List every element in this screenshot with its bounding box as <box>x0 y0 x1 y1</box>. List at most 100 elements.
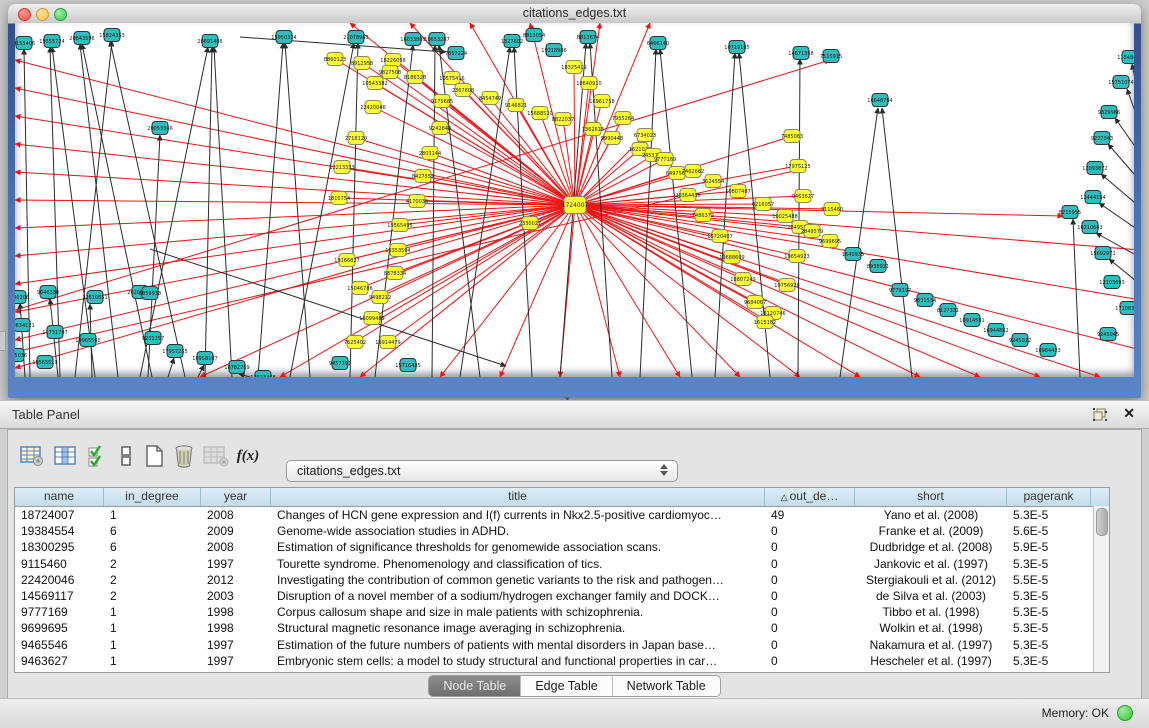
table-row[interactable]: 1456911722003Disruption of a novel membe… <box>15 588 1109 604</box>
graph-node[interactable]: 12213333 <box>329 161 354 174</box>
graph-node[interactable]: 10958107 <box>192 352 217 365</box>
cell-out_degree[interactable]: 0 <box>765 523 855 539</box>
graph-node[interactable]: 7485063 <box>781 130 803 143</box>
graph-node[interactable]: 8454749 <box>479 92 501 105</box>
cell-pagerank[interactable]: 5.3E-5 <box>1007 653 1091 669</box>
graph-node[interactable]: 15751074 <box>1108 76 1133 89</box>
graph-node[interactable]: 8825036 <box>15 349 27 362</box>
graph-node[interactable]: 7955264 <box>612 112 634 125</box>
cell-out_degree[interactable]: 0 <box>765 588 855 604</box>
graph-node[interactable]: 10634121 <box>15 319 35 332</box>
cell-name[interactable]: 9115460 <box>15 556 104 572</box>
row-height-icon[interactable] <box>112 442 140 470</box>
cell-out_degree[interactable]: 0 <box>765 653 855 669</box>
table-row[interactable]: 977716911998Corpus callosum shape and si… <box>15 604 1109 620</box>
table-row[interactable]: 946554611997Estimation of the future num… <box>15 637 1109 653</box>
graph-node[interactable]: 8813054 <box>523 29 545 42</box>
graph-node[interactable]: 15688520 <box>527 107 552 120</box>
cell-title[interactable]: Genome-wide association studies in ADHD. <box>271 523 765 539</box>
show-columns-icon[interactable] <box>52 442 80 470</box>
cell-short[interactable]: Yano et al. (2008) <box>855 507 1007 523</box>
cell-out_degree[interactable]: 49 <box>765 507 855 523</box>
graph-node[interactable]: 8186328 <box>404 71 426 84</box>
graph-node[interactable]: 2330027 <box>519 217 541 230</box>
cell-in_degree[interactable]: 2 <box>104 556 201 572</box>
table-row[interactable]: 911546021997Tourette syndrome. Phenomeno… <box>15 556 1109 572</box>
graph-node[interactable]: 9684067 <box>744 296 766 309</box>
graph-node[interactable]: 15950324 <box>271 31 296 44</box>
cell-pagerank[interactable]: 5.5E-5 <box>1007 572 1091 588</box>
graph-node[interactable]: 1362615 <box>582 123 604 136</box>
graph-node[interactable]: 20053346 <box>147 122 172 135</box>
graph-node[interactable]: 11731797 <box>42 326 67 339</box>
graph-node[interactable]: 17108383 <box>1115 302 1134 315</box>
cell-short[interactable]: Wolkin et al. (1998) <box>855 620 1007 636</box>
column-header-name[interactable]: name <box>15 488 104 506</box>
table-row[interactable]: 2242004622012Investigating the contribut… <box>15 572 1109 588</box>
cell-title[interactable]: Corpus callosum shape and size in male p… <box>271 604 765 620</box>
graph-node[interactable]: 12093872 <box>1082 162 1107 175</box>
cell-title[interactable]: Changes of HCN gene expression and I(f) … <box>271 507 765 523</box>
tab-edge-table[interactable]: Edge Table <box>521 676 612 696</box>
graph-node[interactable]: 10984423 <box>1035 344 1060 357</box>
graph-node[interactable]: 9231257 <box>142 332 164 345</box>
graph-node[interactable]: 3624554 <box>702 175 724 188</box>
graph-node[interactable]: 8938921 <box>867 260 889 273</box>
cell-year[interactable]: 1997 <box>201 653 271 669</box>
graph-node[interactable]: 19166827 <box>334 254 359 267</box>
graph-hub-node[interactable]: 1724007 <box>562 197 589 214</box>
network-canvas[interactable]: 9155406193557242064359615824353206914061… <box>15 23 1134 377</box>
graph-node[interactable]: 10565510 <box>32 356 57 369</box>
column-header-year[interactable]: year <box>201 488 271 506</box>
cell-pagerank[interactable]: 5.3E-5 <box>1007 620 1091 636</box>
cell-in_degree[interactable]: 2 <box>104 588 201 604</box>
graph-node[interactable]: 8860123 <box>324 53 346 66</box>
graph-node[interactable]: 9777169 <box>654 153 676 166</box>
cell-short[interactable]: Dudbridge et al. (2008) <box>855 539 1007 555</box>
table-row[interactable]: 1830029562008Estimation of significance … <box>15 539 1109 555</box>
cell-out_degree[interactable]: 0 <box>765 637 855 653</box>
cell-title[interactable]: Estimation of significance thresholds fo… <box>271 539 765 555</box>
graph-node[interactable]: 9227343 <box>1091 132 1113 145</box>
table-selector-dropdown[interactable]: citations_edges.txt <box>286 460 678 482</box>
cell-year[interactable]: 2009 <box>201 523 271 539</box>
graph-node[interactable]: 9699695 <box>819 235 841 248</box>
cell-out_degree[interactable]: 0 <box>765 556 855 572</box>
cell-name[interactable]: 9465546 <box>15 637 104 653</box>
cell-in_degree[interactable]: 1 <box>104 653 201 669</box>
graph-node[interactable]: 14671358 <box>788 47 813 60</box>
cell-year[interactable]: 2003 <box>201 588 271 604</box>
graph-node[interactable]: 1615182 <box>754 316 776 329</box>
graph-node[interactable]: 15824353 <box>99 29 124 42</box>
graph-node[interactable]: 18325419 <box>561 61 586 74</box>
graph-node[interactable]: 9827508 <box>379 66 401 79</box>
cell-in_degree[interactable]: 1 <box>104 604 201 620</box>
graph-node[interactable]: 9498212 <box>369 291 391 304</box>
graph-node[interactable]: 16944862 <box>983 324 1008 337</box>
hidden-panel-grip[interactable] <box>0 331 6 351</box>
new-column-icon[interactable] <box>140 442 168 470</box>
graph-node[interactable]: 21078963 <box>343 31 368 44</box>
cell-pagerank[interactable]: 5.9E-5 <box>1007 539 1091 555</box>
graph-node[interactable]: 9779197 <box>889 284 911 297</box>
cell-title[interactable]: Tourette syndrome. Phenomenology and cla… <box>271 556 765 572</box>
delete-column-trash-icon[interactable] <box>170 442 198 470</box>
column-header-short[interactable]: short <box>855 488 1007 506</box>
graph-node[interactable]: 9046330 <box>37 286 59 299</box>
graph-node[interactable]: 18640910 <box>576 77 601 90</box>
table-row[interactable]: 969969511998Structural magnetic resonanc… <box>15 620 1109 636</box>
cell-short[interactable]: Franke et al. (2009) <box>855 523 1007 539</box>
table-row[interactable]: 1938455462009Genome-wide association stu… <box>15 523 1109 539</box>
cell-pagerank[interactable]: 5.3E-5 <box>1007 604 1091 620</box>
graph-node[interactable]: 2803144 <box>419 147 441 160</box>
table-row[interactable]: 946362711997Embryonic stem cells: a mode… <box>15 653 1109 669</box>
cell-name[interactable]: 19384554 <box>15 523 104 539</box>
cell-year[interactable]: 1998 <box>201 620 271 636</box>
column-header-title[interactable]: title <box>271 488 765 506</box>
cell-pagerank[interactable]: 5.3E-5 <box>1007 588 1091 604</box>
graph-node[interactable]: 12103693 <box>1099 276 1124 289</box>
column-header-in_degree[interactable]: in_degree <box>104 488 201 506</box>
graph-node[interactable]: 1640935 <box>842 248 864 261</box>
graph-node[interactable]: 4170036 <box>406 195 428 208</box>
graph-node[interactable]: 1327602 <box>501 35 523 48</box>
